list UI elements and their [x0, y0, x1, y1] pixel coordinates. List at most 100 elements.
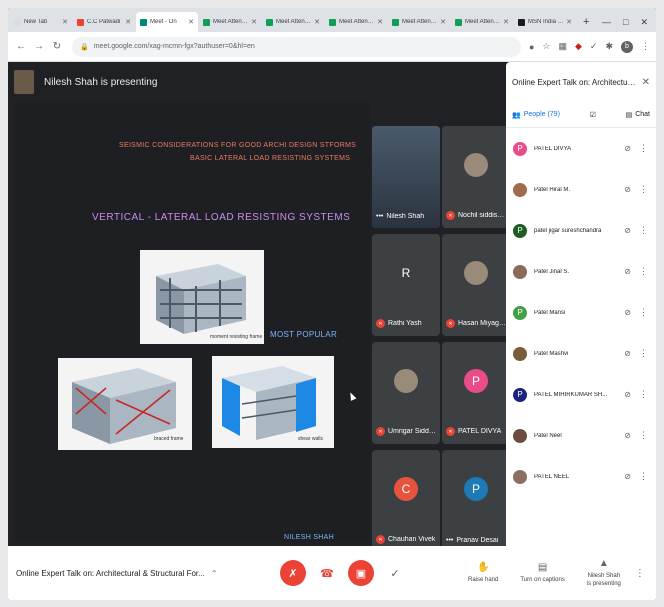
browser-tab[interactable]: Meet Attendan ✕ [262, 12, 324, 32]
shear-walls-illustration [222, 366, 316, 440]
list-item[interactable]: P PATEL DIVYA ⊘ ⋮ [510, 128, 652, 169]
browser-tab[interactable]: Meet Attendan ✕ [451, 12, 513, 32]
url-text: meet.google.com/xag-mcmn-fgx?authuser=0&… [93, 43, 255, 50]
tab-label: Meet Attendan [213, 19, 250, 25]
camera-icon[interactable]: ● [529, 42, 534, 52]
tab-close-icon[interactable]: ✕ [314, 18, 320, 26]
people-panel: Online Expert Talk on: Architectural ...… [506, 62, 656, 546]
menu-dots-icon[interactable]: ⋮ [641, 41, 650, 52]
extension-icon[interactable]: ▦ [558, 41, 567, 52]
window-controls: — □ ✕ [602, 12, 656, 32]
participant-tile[interactable]: P ••• Pranav Desai [442, 450, 510, 552]
mic-off-icon: ⊘ [624, 390, 631, 399]
meeting-details-button[interactable]: Online Expert Talk on: Architectural & S… [16, 569, 266, 578]
list-item[interactable]: P PATEL MIHIRKUMAR SH... ⊘ ⋮ [510, 374, 652, 415]
captions-button[interactable]: ▤ Turn on captions [520, 562, 564, 584]
presenting-button[interactable]: ▲ Nilesh Shah is presenting [587, 558, 621, 587]
more-options-icon[interactable]: ⋮ [639, 348, 648, 359]
more-options-icon[interactable]: ⋮ [639, 184, 648, 195]
mic-muted-icon: ✕ [376, 427, 385, 436]
avatar [513, 428, 527, 443]
presenting-line2: is presenting [586, 580, 621, 587]
close-window-icon[interactable]: ✕ [640, 12, 648, 32]
list-item[interactable]: Patel Mashvi ⊘ ⋮ [510, 333, 652, 374]
puzzle-icon[interactable]: ✱ [605, 41, 613, 52]
tab-close-icon[interactable]: ✕ [566, 18, 572, 26]
presenting-label: Nilesh Shah is presenting [44, 76, 158, 88]
tab-close-icon[interactable]: ✕ [188, 18, 194, 26]
participant-name: Patel Mansi [534, 309, 566, 316]
more-options-icon[interactable]: ⋮ [639, 266, 648, 277]
maximize-icon[interactable]: □ [623, 12, 628, 32]
participant-tile[interactable]: ••• Nilesh Shah [372, 126, 440, 228]
new-tab-button[interactable]: + [577, 12, 595, 32]
tab-favicon-icon [77, 18, 84, 26]
mic-toggle-button[interactable]: ✗ [280, 560, 306, 586]
more-options-icon[interactable]: ⋮ [639, 225, 648, 236]
close-panel-icon[interactable]: ✕ [642, 77, 650, 88]
more-options-icon[interactable]: ⋮ [639, 307, 648, 318]
braced-frame-image: braced frame [58, 358, 192, 450]
participant-avatar [394, 368, 418, 393]
tab-favicon-icon [455, 18, 462, 26]
browser-tab[interactable]: Meet Attendan ✕ [325, 12, 387, 32]
browser-tab[interactable]: C.C Patwadi ✕ [73, 12, 135, 32]
more-options-icon[interactable]: ⋮ [635, 568, 645, 579]
reload-icon[interactable]: ↻ [50, 41, 64, 52]
participant-tile[interactable]: P ✕ PATEL DIVYA [442, 342, 510, 444]
star-icon[interactable]: ☆ [542, 41, 550, 52]
tab-close-icon[interactable]: ✕ [251, 18, 257, 26]
forward-icon[interactable]: → [32, 41, 46, 52]
participant-tile[interactable]: R ✕ Rathi Yash [372, 234, 440, 336]
more-options-icon[interactable]: ⋮ [639, 389, 648, 400]
list-item[interactable]: P Patel Mansi ⊘ ⋮ [510, 292, 652, 333]
check-button[interactable]: ✓ [382, 560, 408, 586]
more-options-icon[interactable]: ⋮ [639, 430, 648, 441]
participant-tile[interactable]: ✕ Hasan Miyaga... [442, 234, 510, 336]
participant-name: Pranav Desai [456, 537, 499, 544]
more-options-icon[interactable]: ⋮ [639, 471, 648, 482]
captions-label: Turn on captions [520, 576, 565, 583]
participant-tile[interactable]: C ✕ Chauhan Vivek [372, 450, 440, 552]
browser-tab[interactable]: New Tab ✕ [10, 12, 72, 32]
tab-label: Meet - On [150, 19, 177, 25]
participant-tile[interactable]: ✕Umrigar Siddha... [372, 342, 440, 444]
tab-activities[interactable]: ☑ [590, 111, 596, 119]
participant-name-row: ••• Nilesh Shah [376, 213, 437, 220]
tab-close-icon[interactable]: ✕ [440, 18, 446, 26]
raise-hand-label: Raise hand [468, 576, 499, 583]
tab-chat[interactable]: ▤ Chat [626, 111, 650, 119]
minimize-icon[interactable]: — [602, 12, 611, 32]
back-icon[interactable]: ← [14, 41, 28, 52]
mic-off-icon: ⊘ [624, 144, 631, 153]
tab-people[interactable]: 👥 People (79) [512, 111, 560, 119]
lock-icon: 🔒 [80, 43, 89, 51]
list-item[interactable]: Patel Hiral M. ⊘ ⋮ [510, 169, 652, 210]
check-icon[interactable]: ✓ [590, 41, 598, 52]
leave-call-button[interactable]: ☎ [314, 560, 340, 586]
more-options-icon[interactable]: ⋮ [639, 143, 648, 154]
profile-avatar[interactable]: b [621, 40, 633, 53]
tab-close-icon[interactable]: ✕ [62, 18, 68, 26]
list-item[interactable]: Ppatel jigar sureshchandra ⊘ ⋮ [510, 210, 652, 251]
participant-tile[interactable]: ✕ Nochil siddish... [442, 126, 510, 228]
raise-hand-button[interactable]: ✋ Raise hand [468, 562, 498, 584]
list-item[interactable]: PATEL NEEL ⊘ ⋮ [510, 456, 652, 497]
tab-label: C.C Patwadi [87, 19, 121, 25]
browser-tab[interactable]: Meet Attendan ✕ [388, 12, 450, 32]
chat-icon: ▤ [625, 111, 633, 119]
list-item[interactable]: Patel Jinal S. ⊘ ⋮ [510, 251, 652, 292]
url-input[interactable]: 🔒 meet.google.com/xag-mcmn-fgx?authuser=… [72, 36, 521, 57]
tab-close-icon[interactable]: ✕ [503, 18, 509, 26]
moment-frame-image: moment resisting frame [140, 250, 264, 344]
tab-close-icon[interactable]: ✕ [125, 18, 131, 26]
browser-tab[interactable]: MSN India | In ✕ [514, 12, 576, 32]
browser-tab[interactable]: Meet - On ✕ [136, 12, 198, 32]
tab-close-icon[interactable]: ✕ [377, 18, 383, 26]
list-item[interactable]: Patel Neel ⊘ ⋮ [510, 415, 652, 456]
present-icon: ▲ [598, 558, 609, 570]
browser-tab[interactable]: Meet Attendan ✕ [199, 12, 261, 32]
mic-muted-icon: ✕ [376, 319, 385, 328]
extension-icon[interactable]: ◆ [575, 41, 582, 52]
camera-toggle-button[interactable]: ▣ [348, 560, 374, 586]
